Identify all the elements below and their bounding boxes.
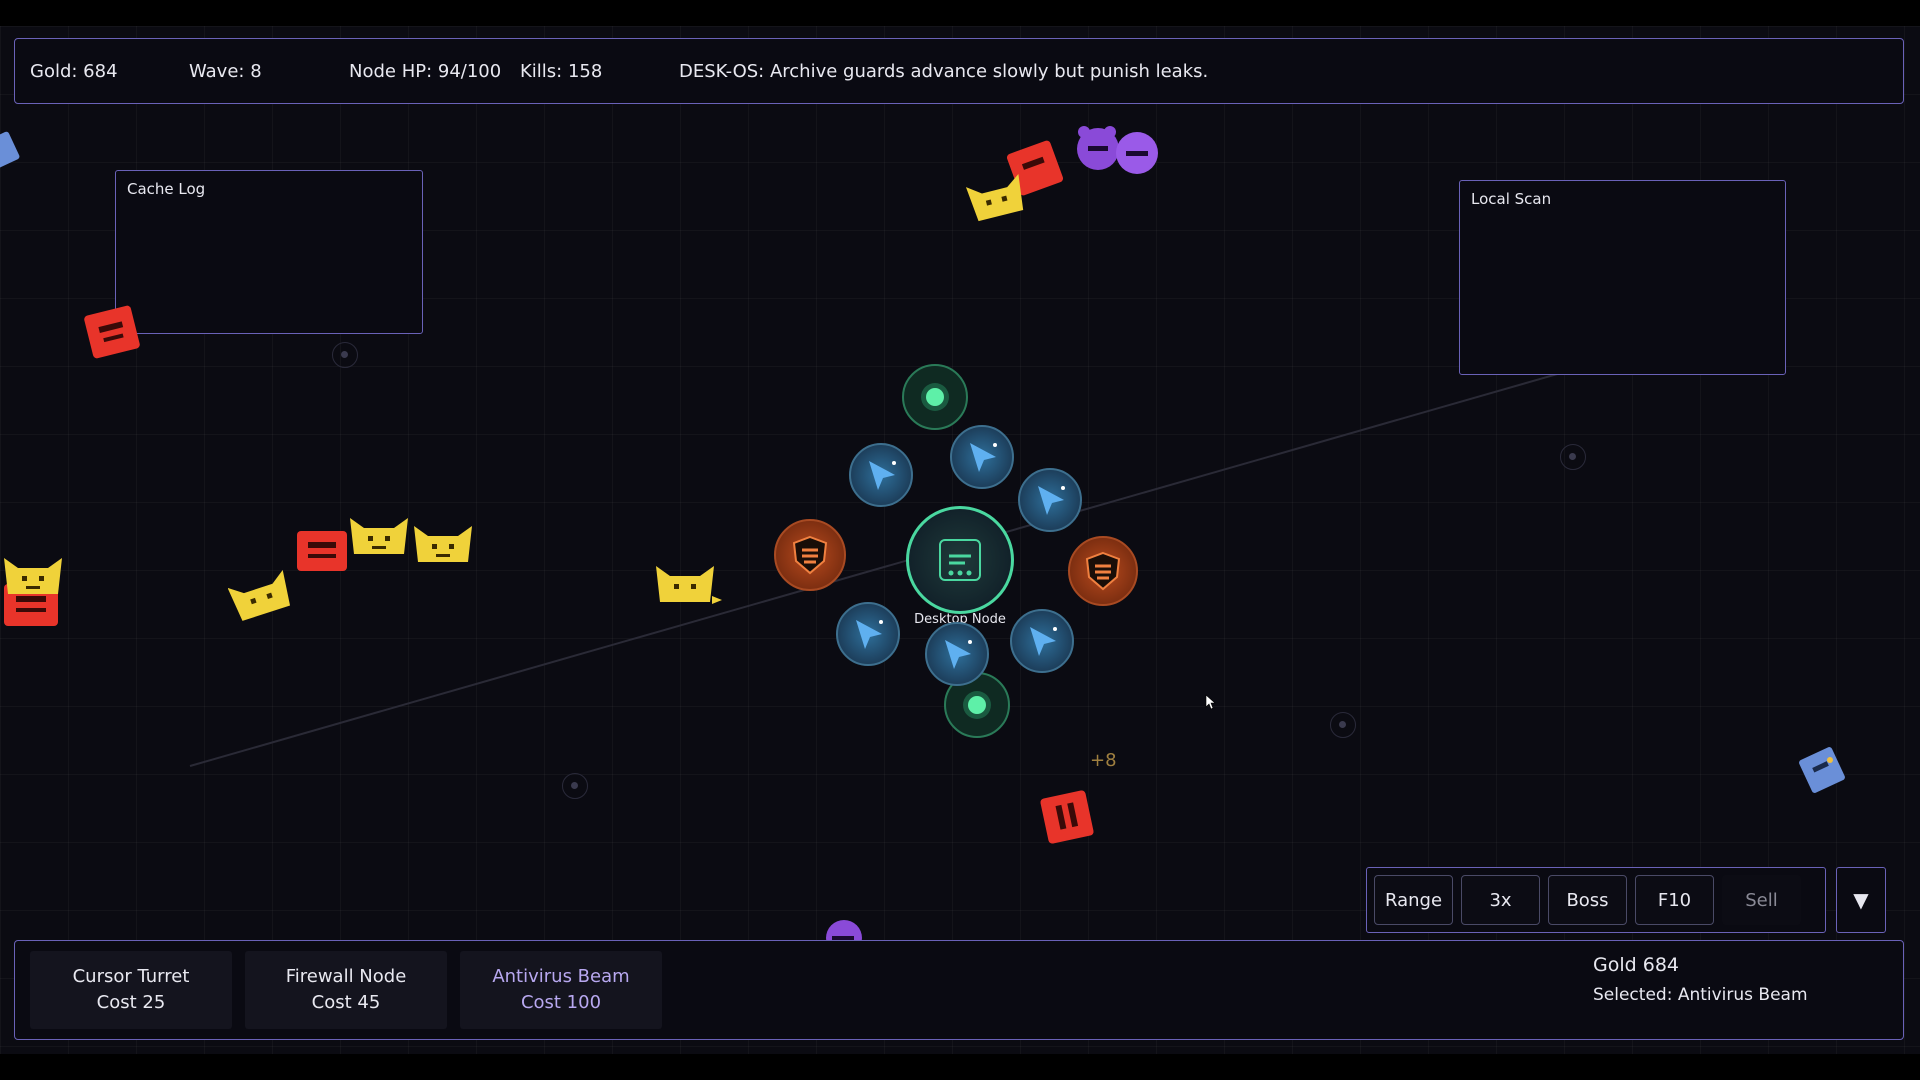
chevron-down-icon: ▼	[1853, 888, 1869, 912]
collapse-toggle-button[interactable]: ▼	[1836, 867, 1886, 933]
shop-card-cost: Cost 100	[520, 992, 602, 1013]
yellow-cat-enemy	[228, 570, 291, 621]
build-slot[interactable]	[332, 342, 358, 368]
document-icon	[939, 539, 981, 581]
gold-counter: Gold: 684	[30, 61, 118, 82]
kills-counter: Kills: 158	[520, 61, 603, 82]
yellow-cat-enemy	[4, 558, 62, 594]
status-bar: Gold: 684 Wave: 8 Node HP: 94/100 Kills:…	[14, 38, 1904, 104]
red-archive-guard-enemy	[297, 531, 347, 571]
yellow-cat-enemy	[414, 526, 472, 562]
green-orb-icon	[963, 691, 991, 719]
node-hp-counter: Node HP: 94/100	[349, 61, 502, 82]
cache-log-title: Cache Log	[127, 180, 206, 198]
cursor-turret[interactable]	[836, 602, 900, 666]
control-bar: Range 3x Boss F10 Sell	[1366, 867, 1826, 933]
arrow-cursor-icon	[1038, 486, 1065, 515]
shop-card-name: Firewall Node	[285, 966, 407, 987]
yellow-cat-enemy	[966, 174, 1024, 222]
speed-button[interactable]: 3x	[1461, 875, 1540, 925]
arrow-cursor-icon	[856, 620, 883, 649]
range-button[interactable]: Range	[1374, 875, 1453, 925]
arrow-cursor-icon	[970, 443, 997, 472]
wave-counter: Wave: 8	[189, 61, 262, 82]
arrow-cursor-icon	[1030, 627, 1057, 656]
f10-button[interactable]: F10	[1635, 875, 1714, 925]
shop-card-firewall-node[interactable]: Firewall Node Cost 45	[245, 951, 447, 1029]
boss-button[interactable]: Boss	[1548, 875, 1627, 925]
shop-card-name: Cursor Turret	[72, 966, 190, 987]
yellow-cat-enemy	[656, 566, 722, 604]
yellow-cat-enemy	[350, 518, 408, 554]
purple-blob-enemy	[1116, 132, 1158, 174]
red-archive-guard-enemy	[1040, 790, 1094, 844]
local-scan-panel: Local Scan	[1459, 180, 1786, 375]
cache-log-panel: Cache Log	[115, 170, 423, 334]
shop-card-cursor-turret[interactable]: Cursor Turret Cost 25	[30, 951, 232, 1029]
blue-box-enemy	[1799, 747, 1845, 793]
firewall-node[interactable]	[774, 519, 846, 591]
local-scan-title: Local Scan	[1471, 190, 1552, 208]
status-gold: Gold 684	[1593, 954, 1679, 976]
status-selected: Selected: Antivirus Beam	[1593, 985, 1808, 1005]
blue-box-enemy	[0, 131, 20, 170]
cursor-turret[interactable]	[925, 622, 989, 686]
sell-button[interactable]: Sell	[1722, 875, 1801, 925]
shield-icon	[792, 535, 828, 575]
antivirus-beam-tower[interactable]	[902, 364, 968, 430]
red-archive-guard-enemy	[84, 305, 140, 359]
shop-card-name: Antivirus Beam	[492, 966, 630, 987]
cursor-turret[interactable]	[1018, 468, 1082, 532]
build-slot[interactable]	[562, 773, 588, 799]
cursor-turret[interactable]	[849, 443, 913, 507]
green-orb-icon	[921, 383, 949, 411]
build-slot[interactable]	[1330, 712, 1356, 738]
shop-bar: Cursor Turret Cost 25 Firewall Node Cost…	[14, 940, 1904, 1040]
arrow-cursor-icon	[945, 640, 972, 669]
mouse-pointer-icon	[1205, 694, 1216, 710]
gold-gain-text: +8	[1090, 750, 1117, 771]
cursor-turret[interactable]	[950, 425, 1014, 489]
build-slot[interactable]	[1560, 444, 1586, 470]
desktop-node[interactable]	[906, 506, 1014, 614]
shop-card-cost: Cost 45	[311, 992, 381, 1013]
cursor-turret[interactable]	[1010, 609, 1074, 673]
arrow-cursor-icon	[869, 461, 896, 490]
shield-icon	[1085, 551, 1121, 591]
shop-card-antivirus-beam[interactable]: Antivirus Beam Cost 100	[460, 951, 662, 1029]
firewall-node[interactable]	[1068, 536, 1138, 606]
system-message: DESK-OS: Archive guards advance slowly b…	[679, 61, 1209, 82]
shop-card-cost: Cost 25	[96, 992, 166, 1013]
